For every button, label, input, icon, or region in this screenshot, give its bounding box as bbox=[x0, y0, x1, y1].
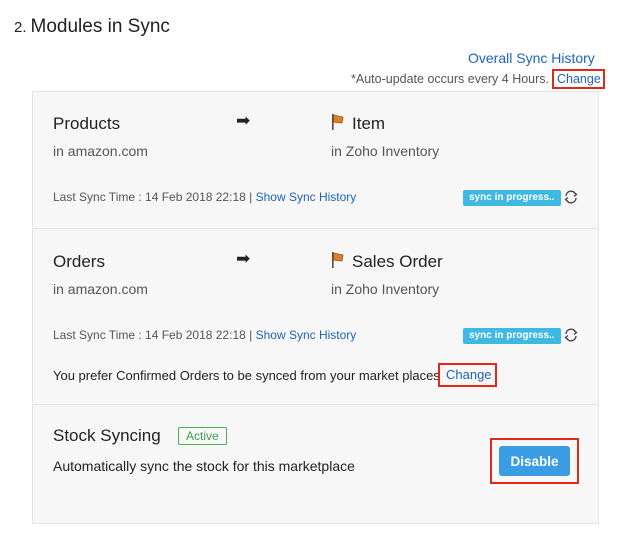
refresh-icon[interactable] bbox=[563, 327, 579, 343]
last-sync-time: Last Sync Time : 14 Feb 2018 22:18 | bbox=[53, 328, 253, 342]
stock-status-badge: Active bbox=[178, 427, 227, 445]
auto-update-note: *Auto-update occurs every 4 Hours. bbox=[351, 72, 550, 86]
module-target-location: in Zoho Inventory bbox=[331, 281, 440, 297]
module-divider bbox=[33, 228, 598, 229]
disable-button-highlight: Disable bbox=[490, 438, 579, 484]
arrow-right-icon: ➡ bbox=[236, 111, 251, 130]
sync-status-badge: sync in progress.. bbox=[463, 190, 561, 206]
overall-sync-history-link[interactable]: Overall Sync History bbox=[468, 50, 595, 66]
section-title-text: Modules in Sync bbox=[30, 16, 170, 37]
sync-status-badge: sync in progress.. bbox=[463, 328, 561, 344]
orders-preference-text: You prefer Confirmed Orders to be synced… bbox=[53, 368, 440, 383]
zoho-item-icon bbox=[332, 252, 344, 268]
last-sync-time: Last Sync Time : 14 Feb 2018 22:18 | bbox=[53, 190, 253, 204]
stock-syncing-title: Stock Syncing bbox=[53, 426, 161, 445]
module-target-name: Item bbox=[352, 114, 386, 133]
last-sync-info: Last Sync Time : 14 Feb 2018 22:18 | Sho… bbox=[53, 328, 356, 342]
module-source-location: in amazon.com bbox=[53, 143, 148, 159]
show-sync-history-link[interactable]: Show Sync History bbox=[256, 190, 357, 204]
orders-preference-change-link[interactable]: Change bbox=[438, 363, 497, 387]
module-target-location: in Zoho Inventory bbox=[331, 143, 440, 159]
auto-update-change-link[interactable]: Change bbox=[552, 69, 605, 89]
module-divider bbox=[33, 404, 598, 405]
arrow-right-icon: ➡ bbox=[236, 249, 251, 268]
refresh-icon[interactable] bbox=[563, 189, 579, 205]
disable-button[interactable]: Disable bbox=[499, 446, 570, 476]
last-sync-info: Last Sync Time : 14 Feb 2018 22:18 | Sho… bbox=[53, 190, 356, 204]
module-target-name: Sales Order bbox=[352, 252, 443, 271]
section-title: 2. Modules in Sync bbox=[14, 16, 170, 38]
section-number: 2. bbox=[14, 19, 27, 36]
module-source-name: Products bbox=[53, 114, 121, 133]
module-source-name: Orders bbox=[53, 252, 105, 271]
zoho-item-icon bbox=[332, 114, 344, 130]
show-sync-history-link[interactable]: Show Sync History bbox=[256, 328, 357, 342]
module-source-location: in amazon.com bbox=[53, 281, 148, 297]
stock-syncing-description: Automatically sync the stock for this ma… bbox=[53, 458, 355, 474]
